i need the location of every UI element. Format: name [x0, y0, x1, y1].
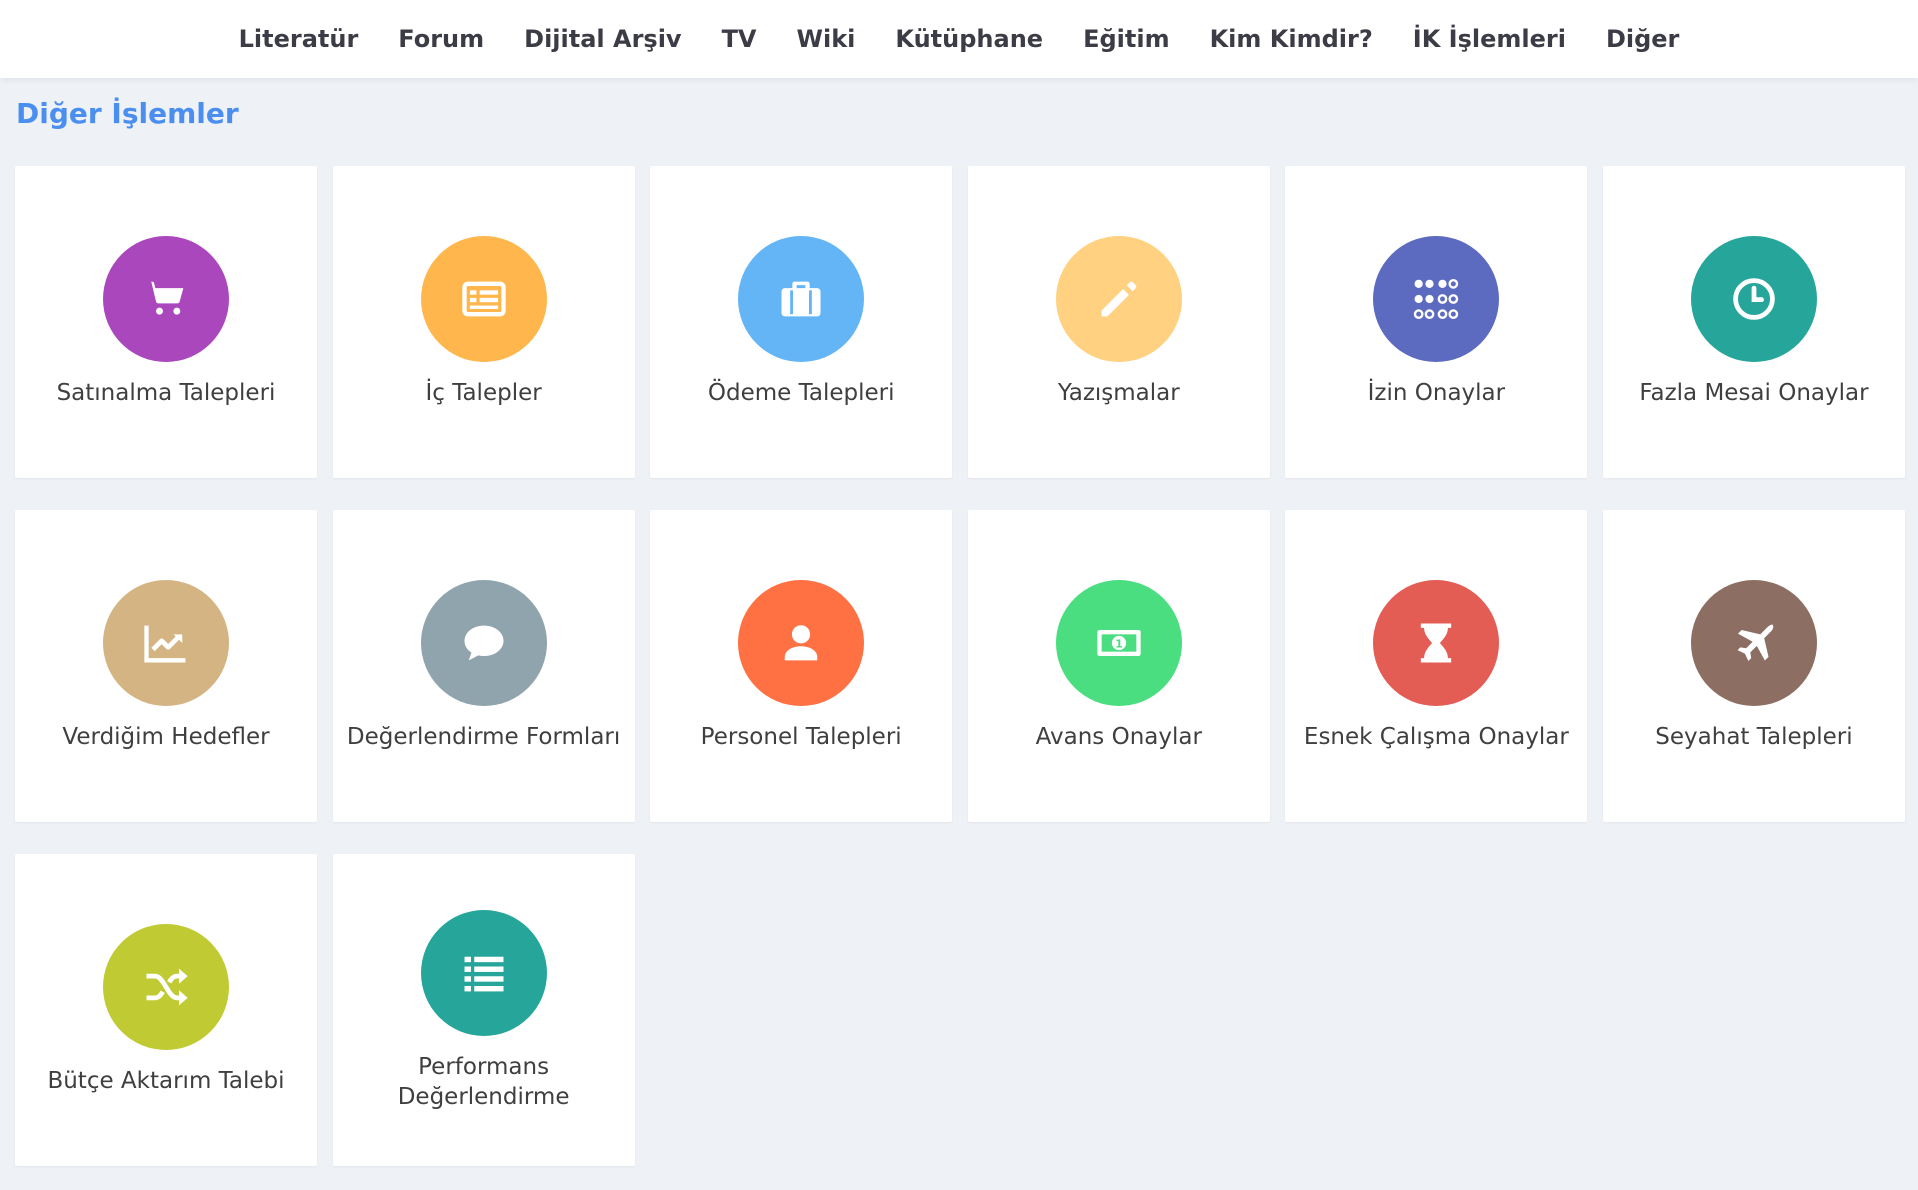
- card-label: Yazışmalar: [1057, 380, 1180, 406]
- card-label: Satınalma Talepleri: [56, 380, 276, 406]
- card-icon-circle: [1055, 236, 1182, 362]
- card-icon-circle: [420, 910, 547, 1036]
- list-card-icon: [461, 281, 506, 317]
- page-title: Diğer İşlemler: [16, 97, 239, 130]
- money-icon: 1: [1097, 630, 1141, 656]
- card-label: Esnek Çalışma Onaylar: [1303, 724, 1569, 750]
- nav-item-kutuphane[interactable]: Kütüphane: [875, 25, 1063, 53]
- card-izin-onaylar[interactable]: İzin Onaylar: [1285, 166, 1588, 478]
- clock-icon: [1733, 278, 1775, 320]
- nav-item-dijital-arsiv[interactable]: Dijital Arşiv: [504, 25, 701, 53]
- card-label: İzin Onaylar: [1367, 380, 1506, 406]
- card-label: Performans Değerlendirme: [397, 1054, 570, 1110]
- card-label: Fazla Mesai Onaylar: [1639, 380, 1869, 406]
- card-icon-circle: [103, 236, 229, 362]
- card-icon-circle: [103, 580, 229, 706]
- briefcase-icon: [781, 281, 821, 317]
- airplane-icon: [1737, 624, 1774, 661]
- card-seyahat-talepleri[interactable]: Seyahat Talepleri: [1602, 510, 1905, 822]
- card-icon-circle: [420, 580, 547, 706]
- card-icon-circle: [103, 924, 229, 1050]
- card-label: Avans Onaylar: [1035, 724, 1202, 750]
- card-label: Personel Talepleri: [700, 724, 902, 750]
- card-fazla-mesai-onaylar[interactable]: Fazla Mesai Onaylar: [1602, 166, 1905, 478]
- card-icon-circle: [1690, 580, 1817, 706]
- card-icon-circle: [1373, 236, 1500, 362]
- pencil-icon: [1101, 281, 1137, 317]
- nav-item-diger[interactable]: Diğer: [1586, 25, 1699, 53]
- card-label: Ödeme Talepleri: [707, 380, 895, 406]
- card-icon-circle: [1690, 236, 1817, 362]
- shuffle-icon: [146, 968, 188, 1006]
- nav-item-kim-kimdir[interactable]: Kim Kimdir?: [1190, 25, 1393, 53]
- card-label: Seyahat Talepleri: [1655, 724, 1853, 750]
- card-butce-aktarim-talebi[interactable]: Bütçe Aktarım Talebi: [15, 854, 317, 1166]
- card-esnek-calisma-onaylar[interactable]: Esnek Çalışma Onaylar: [1285, 510, 1588, 822]
- card-label: Verdiğim Hedefler: [62, 724, 270, 750]
- card-grid: Satınalma Talepleri İç Talepler Ödeme Ta…: [15, 166, 1905, 1166]
- nav-item-forum[interactable]: Forum: [378, 25, 504, 53]
- card-performans-degerlendirme[interactable]: Performans Değerlendirme: [332, 854, 635, 1166]
- speech-bubble-icon: [464, 625, 504, 661]
- card-icon-circle: [1373, 580, 1500, 706]
- card-label: Bütçe Aktarım Talebi: [47, 1068, 285, 1094]
- nav-item-ik-islemleri[interactable]: İK İşlemleri: [1393, 25, 1586, 53]
- card-ic-talepler[interactable]: İç Talepler: [332, 166, 635, 478]
- card-label: İç Talepler: [425, 380, 542, 406]
- card-icon-circle: [738, 580, 865, 706]
- card-icon-circle: 1: [1055, 580, 1182, 706]
- nav-item-tv[interactable]: TV: [702, 25, 777, 53]
- nav-menu: Literatür Forum Dijital Arşiv TV Wiki Kü…: [219, 25, 1700, 53]
- card-avans-onaylar[interactable]: 1 Avans Onaylar: [967, 510, 1270, 822]
- card-personel-talepleri[interactable]: Personel Talepleri: [650, 510, 953, 822]
- nav-item-wiki[interactable]: Wiki: [777, 25, 876, 53]
- top-navigation: Literatür Forum Dijital Arşiv TV Wiki Kü…: [0, 0, 1918, 78]
- nav-item-literatur[interactable]: Literatür: [219, 25, 379, 53]
- card-degerlendirme-formlari[interactable]: Değerlendirme Formları: [332, 510, 635, 822]
- card-label: Değerlendirme Formları: [346, 724, 621, 750]
- card-odeme-talepleri[interactable]: Ödeme Talepleri: [650, 166, 953, 478]
- card-icon-circle: [738, 236, 865, 362]
- card-yazismalar[interactable]: Yazışmalar: [967, 166, 1270, 478]
- hourglass-icon: [1421, 623, 1452, 663]
- cart-icon: [146, 281, 184, 315]
- list-icon: [464, 956, 504, 992]
- card-icon-circle: [420, 236, 547, 362]
- dots-grid-icon: [1414, 278, 1459, 320]
- card-satinalma-talepleri[interactable]: Satınalma Talepleri: [15, 166, 317, 478]
- nav-item-egitim[interactable]: Eğitim: [1063, 25, 1190, 53]
- card-verdigim-hedefler[interactable]: Verdiğim Hedefler: [15, 510, 317, 822]
- trend-chart-icon: [144, 625, 186, 663]
- svg-text:1: 1: [1115, 637, 1123, 650]
- person-icon: [784, 625, 818, 661]
